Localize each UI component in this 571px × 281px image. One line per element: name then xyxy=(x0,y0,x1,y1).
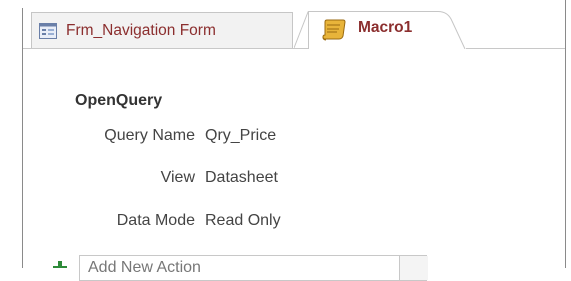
document-tab-strip: Frm_Navigation Form Macro1 xyxy=(23,8,565,49)
add-action-plus-icon[interactable] xyxy=(53,260,67,268)
macro-scroll-icon xyxy=(321,19,347,41)
dropdown-button[interactable] xyxy=(399,256,428,280)
window-right-border xyxy=(565,0,566,268)
add-new-action-combobox[interactable]: Add New Action xyxy=(79,255,428,281)
add-new-action-text: Add New Action xyxy=(88,259,201,276)
top-strip xyxy=(0,0,571,8)
arg-label-query-name: Query Name xyxy=(104,127,195,144)
tab-macro1[interactable]: Macro1 xyxy=(308,11,466,49)
macro-designer: OpenQuery Query Name Qry_Price View Data… xyxy=(23,49,565,281)
tab-label: Macro1 xyxy=(358,19,413,36)
arg-value-data-mode[interactable]: Read Only xyxy=(205,212,281,230)
arg-label-view: View xyxy=(160,169,195,186)
macro-action-name[interactable]: OpenQuery xyxy=(75,92,162,110)
form-icon xyxy=(39,23,57,39)
arg-value-query-name[interactable]: Qry_Price xyxy=(205,127,276,145)
tab-label: Frm_Navigation Form xyxy=(66,22,216,39)
arg-value-view[interactable]: Datasheet xyxy=(205,169,278,187)
tab-frm-navigation-form[interactable]: Frm_Navigation Form xyxy=(31,12,293,48)
arg-label-data-mode: Data Mode xyxy=(116,212,195,229)
